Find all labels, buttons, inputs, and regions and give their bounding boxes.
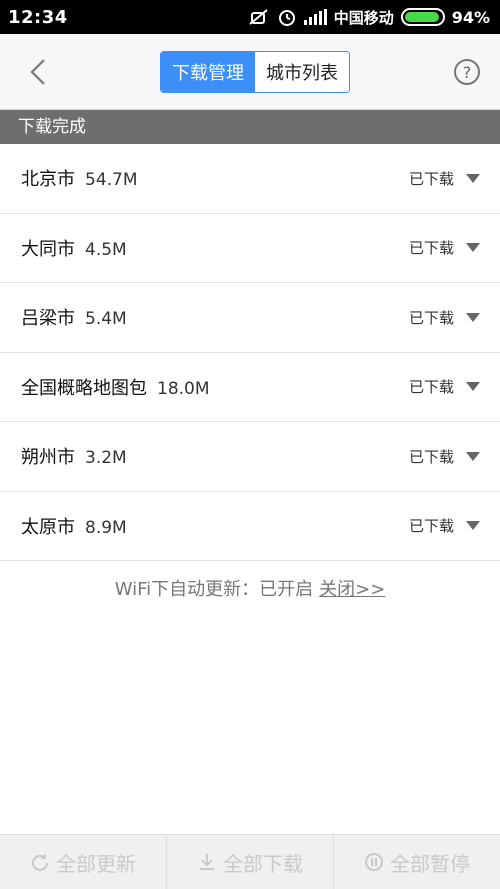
dropdown-arrow-icon	[466, 521, 480, 531]
status-icons: 中国移动 94%	[248, 7, 490, 28]
wifi-close-link[interactable]: 关闭>>	[319, 579, 385, 600]
dropdown-arrow-icon	[466, 451, 480, 461]
list-item[interactable]: 太原市 8.9M 已下载	[0, 491, 500, 561]
help-icon[interactable]: ?	[454, 59, 480, 85]
carrier-name: 中国移动	[333, 8, 394, 27]
dropdown-arrow-icon	[466, 382, 480, 392]
battery-icon	[400, 8, 445, 26]
list-item[interactable]: 大同市 4.5M 已下载	[0, 213, 500, 283]
status-dropdown[interactable]: 已下载	[409, 446, 480, 467]
download-status: 已下载	[408, 308, 454, 327]
signal-icon	[303, 9, 327, 25]
file-size: 4.5M	[85, 239, 127, 260]
list-item[interactable]: 吕梁市 5.4M 已下载	[0, 283, 500, 353]
download-status: 已下载	[408, 378, 454, 397]
pause-icon	[365, 853, 383, 871]
wifi-auto-update-notice: WiFi下自动更新：已开启 关闭>>	[0, 575, 500, 609]
download-all-label: 全部下载	[223, 851, 303, 876]
download-status: 已下载	[408, 169, 454, 188]
download-status: 已下载	[408, 517, 454, 536]
mute-icon	[248, 8, 270, 26]
section-header: 下载完成	[0, 110, 500, 144]
city-name: 吕梁市	[21, 308, 75, 330]
battery-percent: 94%	[451, 7, 490, 27]
download-icon	[200, 854, 214, 870]
file-size: 18.0M	[157, 378, 210, 399]
download-all-button[interactable]: 全部下载	[167, 835, 334, 889]
status-dropdown[interactable]: 已下载	[409, 168, 480, 189]
status-dropdown[interactable]: 已下载	[409, 515, 480, 536]
bottom-action-bar: 全部更新 全部下载 全部暂停	[0, 834, 500, 889]
update-all-label: 全部更新	[56, 851, 136, 876]
app-header: 下载管理 城市列表 ?	[0, 34, 500, 110]
status-dropdown[interactable]: 已下载	[409, 237, 480, 258]
download-list: 北京市 54.7M 已下载 大同市 4.5M 已下载 吕梁市 5.4M 已下载 …	[0, 144, 500, 561]
segmented-tabs: 下载管理 城市列表	[160, 51, 350, 93]
status-dropdown[interactable]: 已下载	[409, 307, 480, 328]
file-size: 8.9M	[85, 517, 127, 538]
tab-download-manager[interactable]: 下载管理	[161, 52, 255, 92]
status-bar: 12:34 中国移动 94%	[0, 0, 500, 34]
file-size: 54.7M	[85, 170, 138, 191]
list-item[interactable]: 北京市 54.7M 已下载	[0, 144, 500, 214]
city-name: 大同市	[21, 238, 75, 260]
chevron-left-icon	[30, 59, 45, 85]
refresh-icon	[32, 854, 48, 871]
back-button[interactable]	[22, 56, 54, 88]
list-item[interactable]: 全国概略地图包 18.0M 已下载	[0, 352, 500, 422]
city-name: 全国概略地图包	[21, 377, 147, 399]
file-size: 3.2M	[85, 448, 127, 469]
dropdown-arrow-icon	[466, 243, 480, 253]
pause-all-button[interactable]: 全部暂停	[334, 835, 500, 889]
dropdown-arrow-icon	[466, 312, 480, 322]
update-all-button[interactable]: 全部更新	[0, 835, 167, 889]
pause-all-label: 全部暂停	[390, 851, 470, 876]
download-status: 已下载	[408, 447, 454, 466]
download-status: 已下载	[408, 239, 454, 258]
alarm-icon	[277, 7, 297, 27]
wifi-notice-text: WiFi下自动更新：已开启	[114, 579, 314, 600]
tab-city-list[interactable]: 城市列表	[255, 52, 349, 92]
file-size: 5.4M	[85, 309, 127, 330]
dropdown-arrow-icon	[466, 173, 480, 183]
city-name: 北京市	[21, 169, 75, 191]
city-name: 朔州市	[21, 447, 75, 469]
city-name: 太原市	[21, 516, 75, 538]
list-item[interactable]: 朔州市 3.2M 已下载	[0, 422, 500, 492]
status-dropdown[interactable]: 已下载	[409, 376, 480, 397]
status-time: 12:34	[8, 6, 68, 28]
